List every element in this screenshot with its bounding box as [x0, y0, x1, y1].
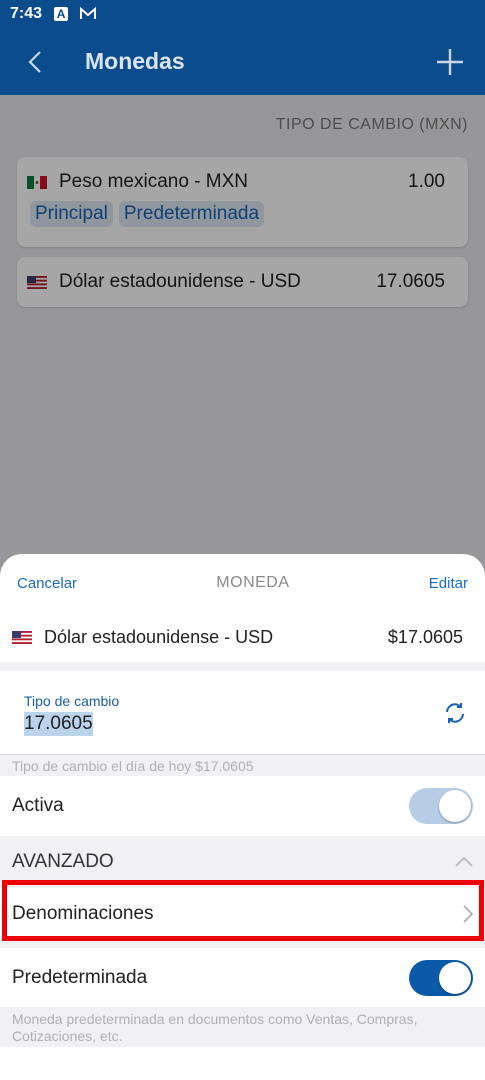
currency-rate: $17.0605	[387, 626, 463, 647]
sheet-header: Cancelar MONEDA Editar	[0, 554, 485, 612]
add-currency-button[interactable]	[415, 28, 485, 95]
status-bar: 7:43 A	[0, 0, 485, 28]
chevron-up-icon	[455, 857, 473, 867]
status-time: 7:43	[10, 5, 43, 22]
plus-icon	[437, 48, 463, 75]
advanced-label: AVANZADO	[12, 851, 114, 872]
notification-a-icon: A	[54, 7, 69, 21]
page-title: Monedas	[85, 48, 185, 74]
default-row: Predeterminada	[0, 948, 485, 1007]
chevron-left-icon	[28, 50, 41, 73]
exchange-rate-input[interactable]: 17.0605	[24, 712, 93, 736]
divider	[0, 940, 485, 948]
exchange-rate-field[interactable]: Tipo de cambio 17.0605	[0, 671, 485, 755]
default-toggle[interactable]	[409, 959, 473, 996]
edit-button[interactable]: Editar	[429, 575, 468, 592]
highlight-box	[2, 880, 484, 941]
default-hint-area: Moneda predeterminada en documentos como…	[0, 1007, 485, 1047]
us-flag-icon	[12, 630, 32, 644]
default-label: Predeterminada	[12, 966, 148, 988]
currency-name: Dólar estadounidense - USD	[44, 626, 274, 647]
gmail-icon	[80, 6, 97, 21]
app-bar: Monedas	[0, 28, 485, 95]
refresh-icon[interactable]	[443, 701, 467, 725]
back-button[interactable]	[0, 28, 70, 95]
selected-currency-row: Dólar estadounidense - USD $17.0605	[0, 612, 485, 662]
toggle-knob	[439, 790, 471, 822]
exchange-rate-hint: Tipo de cambio el día de hoy $17.0605	[12, 758, 254, 774]
sheet-title: MONEDA	[216, 574, 290, 591]
exchange-rate-label: Tipo de cambio	[24, 693, 120, 709]
hint-area: Tipo de cambio el día de hoy $17.0605	[0, 755, 485, 776]
currency-sheet: Cancelar MONEDA Editar Dólar estadounide…	[0, 554, 485, 1080]
active-label: Activa	[12, 795, 64, 816]
active-toggle[interactable]	[409, 788, 473, 824]
cancel-button[interactable]: Cancelar	[17, 575, 77, 592]
divider	[0, 662, 485, 671]
default-hint: Moneda predeterminada en documentos como…	[12, 1011, 418, 1044]
active-row: Activa	[0, 776, 485, 836]
toggle-knob	[439, 961, 471, 994]
